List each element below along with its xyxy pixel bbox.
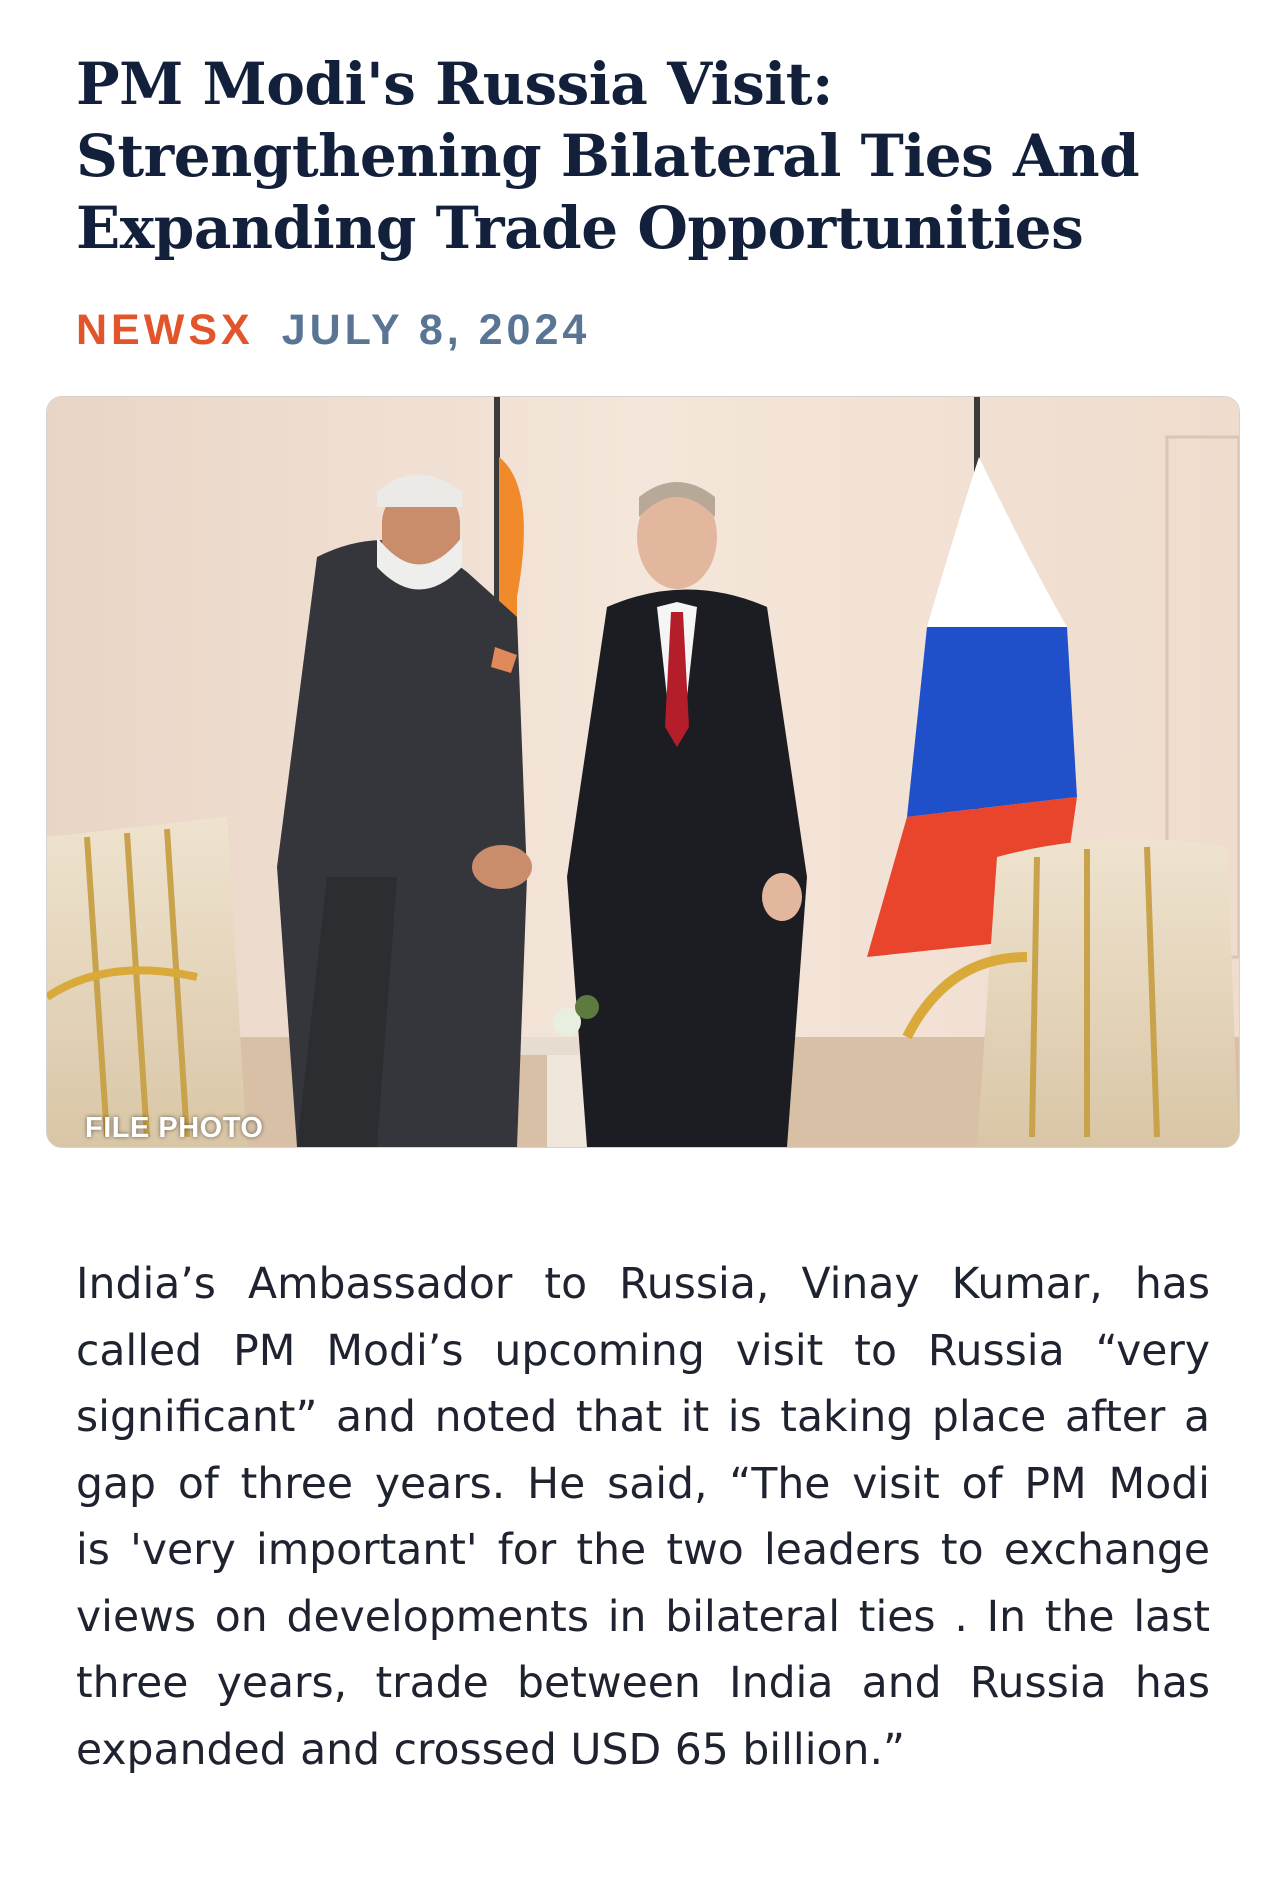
photo-illustration bbox=[47, 397, 1239, 1147]
byline: NEWSX JULY 8, 2024 bbox=[76, 306, 590, 355]
headline-line: PM Modi's Russia Visit: bbox=[76, 50, 833, 118]
body-line: is 'very important' for the two leaders … bbox=[76, 1526, 1210, 1575]
body-line: three years, trade between India and Rus… bbox=[76, 1659, 1210, 1708]
headline-line: Strengthening Bilateral Ties And bbox=[76, 122, 1140, 190]
body-line: called PM Modi’s upcoming visit to Russi… bbox=[76, 1326, 1210, 1376]
headline: PM Modi's Russia Visit: Strengthening Bi… bbox=[76, 48, 1216, 264]
photo-caption: FILE PHOTO bbox=[85, 1112, 264, 1144]
article-body: India’s Ambassador to Russia, Vinay Kuma… bbox=[76, 1252, 1210, 1784]
publish-date: JULY 8, 2024 bbox=[281, 306, 591, 354]
body-line: significant” and noted that it is taking… bbox=[76, 1393, 1210, 1442]
source-label[interactable]: NEWSX bbox=[76, 306, 254, 354]
article-photo[interactable]: FILE PHOTO bbox=[46, 396, 1240, 1148]
headline-line: Expanding Trade Opportunities bbox=[76, 194, 1084, 262]
body-line: gap of three years. He said, “The visit … bbox=[76, 1459, 1210, 1509]
body-line: expanded and crossed USD 65 billion.” bbox=[76, 1725, 905, 1775]
body-line: views on developments in bilateral ties … bbox=[76, 1592, 1210, 1642]
body-line: India’s Ambassador to Russia, Vinay Kuma… bbox=[76, 1260, 1210, 1309]
